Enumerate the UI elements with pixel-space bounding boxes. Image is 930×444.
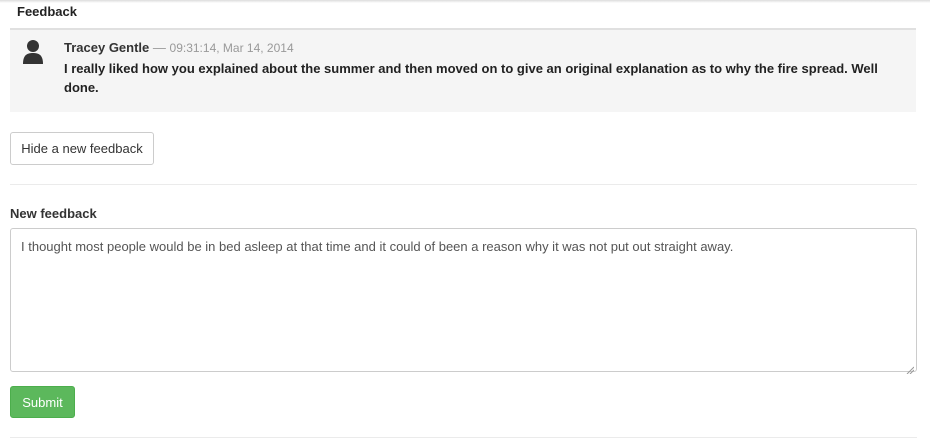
new-feedback-textarea[interactable]: I thought most people would be in bed as…: [10, 228, 917, 372]
comment-author: Tracey Gentle: [64, 40, 150, 55]
divider: [10, 184, 917, 185]
user-icon: [22, 39, 44, 65]
divider: [10, 437, 917, 438]
resize-handle-icon[interactable]: [906, 361, 915, 375]
top-shadow: [0, 0, 930, 3]
feedback-comment: Tracey Gentle — 09:31:14, Mar 14, 2014 I…: [10, 28, 916, 112]
comment-body: I really liked how you explained about t…: [64, 61, 878, 95]
comment-separator: —: [152, 40, 166, 55]
feedback-panel: Feedback Tracey Gentle — 09:31:14, Mar 1…: [0, 0, 930, 444]
hide-new-feedback-button[interactable]: Hide a new feedback: [10, 132, 154, 165]
new-feedback-field-wrapper: I thought most people would be in bed as…: [10, 228, 917, 375]
section-title: Feedback: [17, 4, 77, 19]
submit-button[interactable]: Submit: [10, 386, 75, 418]
comment-header: Tracey Gentle — 09:31:14, Mar 14, 2014: [64, 40, 294, 56]
comment-timestamp: 09:31:14, Mar 14, 2014: [169, 41, 294, 55]
new-feedback-label: New feedback: [10, 206, 97, 221]
